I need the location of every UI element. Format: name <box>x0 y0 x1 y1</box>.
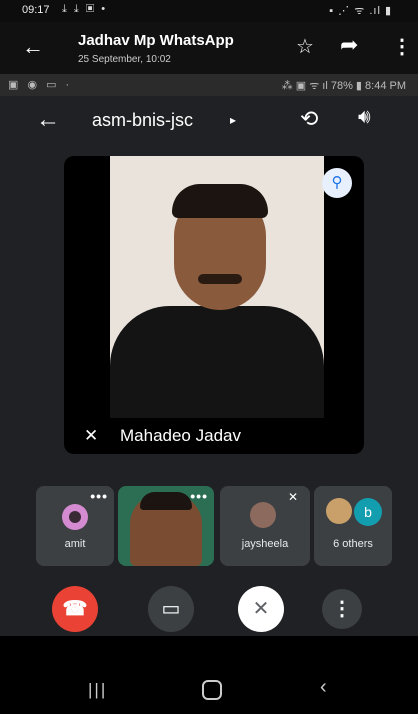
avatar-letter: b <box>354 498 382 526</box>
back-arrow-icon[interactable]: ← <box>36 106 60 134</box>
back-chevron-icon[interactable]: ‹ <box>320 676 327 699</box>
main-participant-tile[interactable]: ⚲ ✕ Mahadeo Jadav <box>64 156 364 454</box>
inner-notification-icons: ▣ ◉ ▭ · <box>8 79 73 91</box>
video-figure-mustache <box>198 274 242 284</box>
participant-video <box>110 156 324 418</box>
speaker-icon[interactable]: 🔊︎ <box>358 106 371 129</box>
share-icon[interactable]: ➦ <box>340 32 358 58</box>
camera-switch-icon[interactable]: ⟲ <box>300 106 318 132</box>
video-figure-hair <box>172 184 268 218</box>
outer-notification-icons: ⤓ ⤓ ▣ • <box>62 3 108 15</box>
participant-name: 6 others <box>333 538 373 550</box>
inner-status-bar: ▣ ◉ ▭ · ⁂ ▣ ᯤ ıl 78% ▮ 8:44 PM <box>0 74 418 96</box>
whatsapp-subtitle: 25 September, 10:02 <box>78 54 171 65</box>
star-icon[interactable]: ☆ <box>296 34 314 59</box>
outer-status-time: 09:17 <box>22 4 50 16</box>
meeting-code[interactable]: asm-bnis-jsc <box>92 110 193 131</box>
inner-status-right: ⁂ ▣ ᯤ ıl 78% ▮ 8:44 PM <box>281 80 406 92</box>
end-call-button[interactable]: ☎ <box>52 586 98 632</box>
mic-off-icon: ✕ <box>287 490 298 504</box>
participant-tile-others[interactable]: b 6 others <box>314 486 392 566</box>
avatar <box>62 504 88 530</box>
outer-system-icons: ▪ ⋰ ᯤ .ıl ▮ <box>329 5 392 17</box>
meet-header: ← asm-bnis-jsc ▸ ⟲ 🔊︎ <box>0 96 418 146</box>
avatar <box>326 498 352 524</box>
whatsapp-title: Jadhav Mp WhatsApp <box>78 32 234 49</box>
self-video-hair <box>140 492 192 510</box>
participant-name: jaysheela <box>241 538 289 550</box>
participant-tile-self[interactable]: ••• <box>118 486 214 566</box>
tile-more-icon[interactable]: ••• <box>190 488 208 504</box>
main-participant-name: Mahadeo Jadav <box>120 426 241 445</box>
tile-more-icon[interactable]: ••• <box>90 488 108 504</box>
camera-toggle-button[interactable]: ▭ <box>148 586 194 632</box>
more-options-button[interactable]: ⋮ <box>322 589 362 629</box>
avatar <box>250 502 276 528</box>
mic-off-icon: ✕ <box>84 426 99 445</box>
pin-icon[interactable]: ⚲ <box>322 168 352 198</box>
whatsapp-header: ← Jadhav Mp WhatsApp 25 September, 10:02… <box>0 22 418 74</box>
caret-right-icon[interactable]: ▸ <box>230 113 236 127</box>
participant-tile-amit[interactable]: ••• amit <box>36 486 114 566</box>
call-area: ⚲ ✕ Mahadeo Jadav ••• amit ••• ✕ jayshee… <box>0 146 418 636</box>
more-options-icon[interactable]: ⋮ <box>392 34 412 59</box>
mic-toggle-button[interactable]: ✕ <box>238 586 284 632</box>
navigation-bar: ||| ‹ <box>0 636 418 714</box>
participant-name: amit <box>64 538 86 550</box>
recents-icon[interactable]: ||| <box>88 680 107 700</box>
home-icon[interactable] <box>202 680 222 700</box>
participant-tile-jaysheela[interactable]: ✕ jaysheela <box>220 486 310 566</box>
outer-status-bar: 09:17 ⤓ ⤓ ▣ • ▪ ⋰ ᯤ .ıl ▮ <box>0 0 418 22</box>
back-arrow-icon[interactable]: ← <box>22 34 44 60</box>
video-figure-shirt <box>110 306 324 418</box>
